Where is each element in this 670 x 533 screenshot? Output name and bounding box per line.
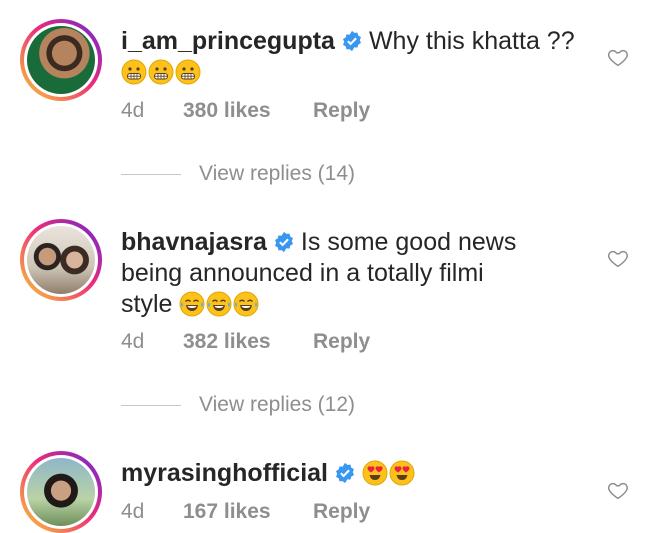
avatar[interactable] (20, 219, 102, 301)
view-replies-label: View replies (12) (199, 393, 356, 416)
comment-text: Why this khatta ?? (368, 27, 575, 55)
verified-badge-icon (274, 231, 293, 253)
like-heart-icon[interactable] (606, 46, 630, 70)
tears-of-joy-emoji-icon (179, 291, 205, 317)
like-heart-icon[interactable] (606, 479, 630, 503)
like-heart-icon[interactable] (606, 247, 630, 271)
reply-button[interactable]: Reply (313, 500, 370, 524)
divider (121, 174, 181, 175)
view-replies-label: View replies (14) (199, 162, 356, 185)
comment-meta: 4d 380 likes Reply (121, 99, 370, 123)
comment-username[interactable]: bhavnajasra (121, 228, 267, 256)
verified-badge-icon (336, 462, 354, 484)
likes-count[interactable]: 382 likes (183, 330, 313, 354)
tears-of-joy-emoji-icon (233, 291, 259, 317)
likes-count[interactable]: 167 likes (183, 500, 313, 524)
comment-time: 4d (121, 500, 145, 523)
comment-text-line: Is some good news (300, 228, 517, 256)
grimacing-emoji-icon (148, 59, 174, 85)
comment-text-line: being announced in a totally filmi (121, 259, 484, 287)
comment-meta: 4d 167 likes Reply (121, 500, 370, 524)
avatar[interactable] (20, 451, 102, 533)
comment-username[interactable]: myrasinghofficial (121, 459, 328, 487)
comment-text-line: style (121, 290, 173, 318)
avatar[interactable] (20, 19, 102, 101)
verified-badge-icon (342, 30, 361, 52)
tears-of-joy-emoji-icon (206, 291, 232, 317)
divider (121, 405, 181, 406)
comment-body: i_am_princegupta Why this khatta ?? (121, 26, 591, 88)
grimacing-emoji-icon (175, 59, 201, 85)
grimacing-emoji-icon (121, 59, 147, 85)
comment-username[interactable]: i_am_princegupta (121, 27, 335, 55)
comment-body: myrasinghofficial (121, 458, 591, 489)
avatar-image (27, 226, 95, 294)
comment-body: bhavnajasra Is some good news being annou… (121, 227, 591, 320)
likes-count[interactable]: 380 likes (183, 99, 313, 123)
avatar-image (27, 26, 95, 94)
heart-eyes-emoji-icon (389, 460, 415, 486)
reply-button[interactable]: Reply (313, 330, 370, 354)
comment-time: 4d (121, 99, 145, 122)
comment-meta: 4d 382 likes Reply (121, 330, 370, 354)
heart-eyes-emoji-icon (362, 460, 388, 486)
avatar-image (27, 458, 95, 526)
reply-button[interactable]: Reply (313, 99, 370, 123)
comment-time: 4d (121, 330, 145, 353)
